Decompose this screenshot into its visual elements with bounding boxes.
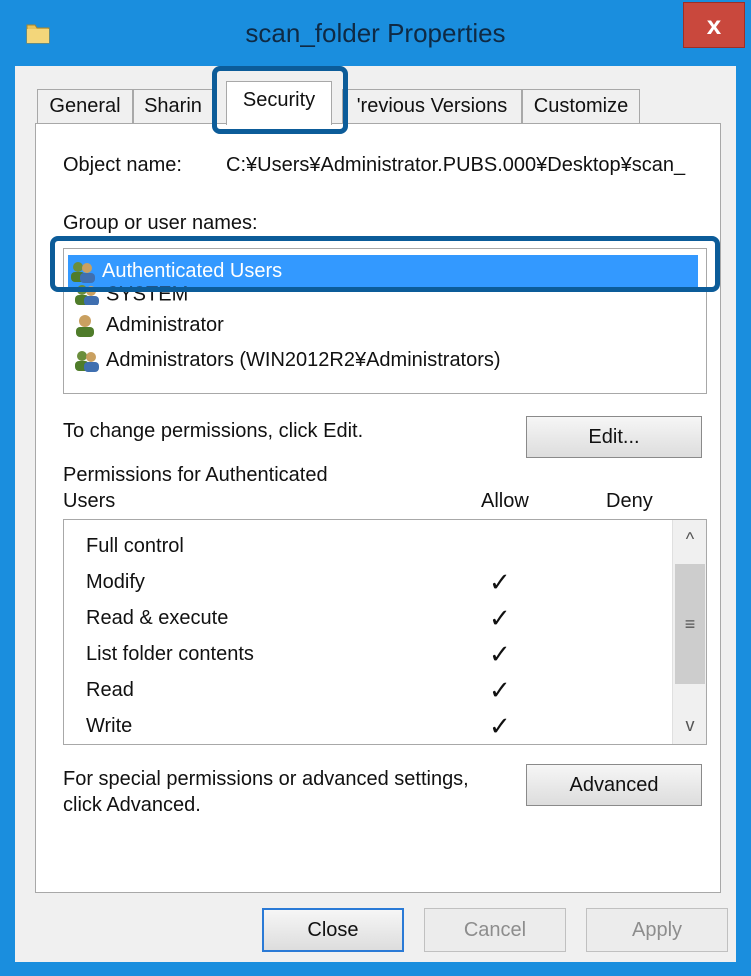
- advanced-button[interactable]: Advanced: [526, 764, 702, 806]
- security-tab-panel: Object name: C:¥Users¥Administrator.PUBS…: [35, 123, 721, 893]
- object-name-label: Object name:: [63, 154, 182, 176]
- permission-name: Modify: [86, 571, 145, 593]
- list-item-administrators[interactable]: Administrators (WIN2012R2¥Administrators…: [72, 344, 501, 376]
- tab-general[interactable]: General: [37, 89, 133, 123]
- permission-modify: Modify: [86, 564, 145, 600]
- permission-read: Read: [86, 672, 134, 708]
- tab-customize[interactable]: Customize: [522, 89, 640, 123]
- apply-button[interactable]: Apply: [586, 908, 728, 952]
- permission-read-execute: Read & execute: [86, 600, 228, 636]
- permissions-scrollbar[interactable]: ^ ≡ v: [672, 520, 706, 744]
- read-execute-allow-check: ✓: [489, 603, 511, 633]
- user-icon: [76, 314, 94, 337]
- permission-name: List folder contents: [86, 643, 254, 665]
- properties-window: scan_folder Properties x General Sharin …: [0, 0, 751, 976]
- permission-list-folder-contents: List folder contents: [86, 636, 254, 672]
- user-name: Administrators (WIN2012R2¥Administrators…: [106, 349, 501, 371]
- tab-previous-versions[interactable]: 'revious Versions: [342, 89, 522, 123]
- read-allow-check: ✓: [489, 675, 511, 705]
- group-user-names-label: Group or user names:: [63, 212, 258, 234]
- edit-button[interactable]: Edit...: [526, 416, 702, 458]
- permissions-label: Permissions for Authenticated: [63, 464, 328, 486]
- change-permissions-hint: To change permissions, click Edit.: [63, 420, 364, 442]
- scroll-down-button[interactable]: v: [673, 710, 706, 740]
- advanced-hint-line1: For special permissions or advanced sett…: [63, 768, 469, 790]
- users-group-icon: [75, 350, 99, 372]
- tab-sharing[interactable]: Sharin: [133, 89, 213, 123]
- object-name-value: C:¥Users¥Administrator.PUBS.000¥Desktop¥…: [226, 154, 686, 176]
- user-name: Administrator: [106, 314, 224, 336]
- window-title: scan_folder Properties: [245, 18, 506, 48]
- list-folder-allow-check: ✓: [489, 639, 511, 669]
- scroll-up-button[interactable]: ^: [673, 524, 706, 554]
- title-bar[interactable]: scan_folder Properties x: [0, 0, 751, 66]
- list-item-administrator[interactable]: Administrator: [72, 309, 224, 341]
- permissions-label-user: Users: [63, 490, 116, 512]
- allow-column-header: Allow: [481, 490, 529, 512]
- deny-column-header: Deny: [606, 490, 653, 512]
- permission-write: Write: [86, 708, 132, 744]
- advanced-hint-line2: click Advanced.: [63, 794, 201, 816]
- modify-allow-check: ✓: [489, 567, 511, 597]
- scroll-thumb[interactable]: ≡: [675, 564, 705, 684]
- permission-name: Read & execute: [86, 607, 229, 629]
- cancel-button[interactable]: Cancel: [424, 908, 566, 952]
- close-button[interactable]: Close: [262, 908, 404, 952]
- window-close-button[interactable]: x: [683, 2, 745, 48]
- permission-name: Write: [86, 715, 133, 737]
- permission-name: Read: [86, 679, 134, 701]
- dialog-client-area: General Sharin Security 'revious Version…: [15, 66, 736, 962]
- security-tab-callout: [212, 66, 348, 134]
- permission-name: Full control: [86, 535, 184, 557]
- write-allow-check: ✓: [489, 711, 511, 741]
- selected-user-callout: [50, 236, 720, 292]
- permission-full-control: Full control: [86, 528, 184, 564]
- permissions-list[interactable]: Full control Modify ✓ Read & execute ✓ L…: [63, 519, 707, 745]
